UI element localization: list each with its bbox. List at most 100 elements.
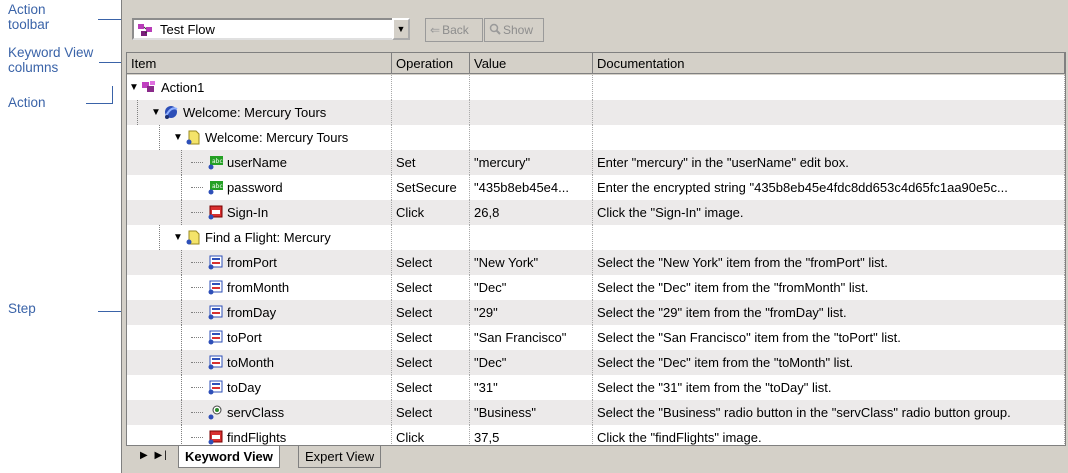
cell-value[interactable]: "Dec" bbox=[470, 350, 593, 375]
column-header-value[interactable]: Value bbox=[470, 53, 593, 74]
expand-toggle-icon[interactable]: ▼ bbox=[173, 225, 183, 250]
tab-keyword-view[interactable]: Keyword View bbox=[178, 446, 280, 468]
show-button-label: Show bbox=[503, 23, 534, 37]
table-row[interactable]: toMonth Select "Dec" Select the "Dec" item … bbox=[127, 350, 1065, 375]
cell-value[interactable]: "31" bbox=[470, 375, 593, 400]
cell-operation[interactable]: Select bbox=[392, 375, 470, 400]
table-row[interactable]: abc password SetSecure "435b8eb45e4... Enter… bbox=[127, 175, 1065, 200]
tree-line bbox=[181, 400, 182, 425]
cell-documentation[interactable]: Select the "31" item from the "toDay" li… bbox=[593, 375, 1065, 400]
cell-documentation[interactable]: Click the "Sign-In" image. bbox=[593, 200, 1065, 225]
table-row[interactable]: abc userName Set "mercury" Enter "mercury" i… bbox=[127, 150, 1065, 175]
cell-item[interactable]: servClass bbox=[127, 400, 392, 425]
table-row[interactable]: ▼ Action1 bbox=[127, 75, 1065, 100]
cell-operation[interactable]: Select bbox=[392, 350, 470, 375]
cell-value[interactable] bbox=[470, 125, 593, 150]
magnifier-icon bbox=[489, 23, 501, 38]
cell-operation[interactable] bbox=[392, 100, 470, 125]
table-row[interactable]: toPort Select "San Francisco" Select the "S… bbox=[127, 325, 1065, 350]
cell-item[interactable]: fromPort bbox=[127, 250, 392, 275]
svg-text:abc: abc bbox=[212, 158, 223, 165]
item-label: Action1 bbox=[161, 80, 205, 95]
table-row[interactable]: fromDay Select "29" Select the "29" item fr… bbox=[127, 300, 1065, 325]
cell-documentation[interactable] bbox=[593, 100, 1065, 125]
cell-item[interactable]: fromDay bbox=[127, 300, 392, 325]
column-header-documentation[interactable]: Documentation bbox=[593, 53, 1065, 74]
cell-value[interactable]: "435b8eb45e4... bbox=[470, 175, 593, 200]
cell-value[interactable]: "29" bbox=[470, 300, 593, 325]
table-row[interactable]: ▼ Welcome: Mercury Tours bbox=[127, 125, 1065, 150]
cell-operation[interactable] bbox=[392, 75, 470, 100]
table-row[interactable]: toDay Select "31" Select the "31" item from… bbox=[127, 375, 1065, 400]
back-button[interactable]: ⇐ Back bbox=[425, 18, 483, 42]
tab-scroll-icon[interactable]: ▶ ▶| bbox=[140, 450, 169, 461]
cell-documentation[interactable] bbox=[593, 225, 1065, 250]
cell-operation[interactable]: Click bbox=[392, 200, 470, 225]
list-icon bbox=[206, 354, 224, 371]
cell-documentation[interactable] bbox=[593, 125, 1065, 150]
table-row[interactable]: ▼ Find a Flight: Mercury bbox=[127, 225, 1065, 250]
table-row[interactable]: Sign-In Click 26,8 Click the "Sign-In" imag… bbox=[127, 200, 1065, 225]
cell-documentation[interactable]: Select the "Dec" item from the "toMonth"… bbox=[593, 350, 1065, 375]
tab-expert-view[interactable]: Expert View bbox=[298, 446, 382, 468]
item-label: Welcome: Mercury Tours bbox=[183, 105, 327, 120]
cell-item[interactable]: ▼ Welcome: Mercury Tours bbox=[127, 125, 392, 150]
cell-item[interactable]: abc password bbox=[127, 175, 392, 200]
table-row[interactable]: fromMonth Select "Dec" Select the "Dec" ite… bbox=[127, 275, 1065, 300]
cell-operation[interactable]: Click bbox=[392, 425, 470, 445]
cell-item[interactable]: ▼ Action1 bbox=[127, 75, 392, 100]
tree-line bbox=[191, 312, 203, 313]
cell-value[interactable]: "New York" bbox=[470, 250, 593, 275]
cell-value[interactable] bbox=[470, 75, 593, 100]
cell-documentation[interactable]: Select the "Business" radio button in th… bbox=[593, 400, 1065, 425]
cell-operation[interactable]: Select bbox=[392, 275, 470, 300]
callout-keyword-columns: Keyword View columns bbox=[8, 45, 94, 75]
cell-operation[interactable]: Select bbox=[392, 400, 470, 425]
combo-dropdown-button[interactable]: ▼ bbox=[392, 18, 410, 40]
cell-value[interactable]: "San Francisco" bbox=[470, 325, 593, 350]
cell-value[interactable]: "Dec" bbox=[470, 275, 593, 300]
table-row[interactable]: ▼ Welcome: Mercury Tours bbox=[127, 100, 1065, 125]
cell-documentation[interactable]: Enter the encrypted string "435b8eb45e4f… bbox=[593, 175, 1065, 200]
expand-toggle-icon[interactable]: ▼ bbox=[129, 75, 139, 100]
cell-item[interactable]: ▼ Welcome: Mercury Tours bbox=[127, 100, 392, 125]
table-row[interactable]: fromPort Select "New York" Select the "New … bbox=[127, 250, 1065, 275]
cell-value[interactable]: "mercury" bbox=[470, 150, 593, 175]
cell-documentation[interactable]: Select the "New York" item from the "fro… bbox=[593, 250, 1065, 275]
action-combo[interactable]: Test Flow bbox=[132, 18, 402, 40]
cell-item[interactable]: toPort bbox=[127, 325, 392, 350]
cell-item[interactable]: ▼ Find a Flight: Mercury bbox=[127, 225, 392, 250]
expand-toggle-icon[interactable]: ▼ bbox=[151, 100, 161, 125]
cell-operation[interactable] bbox=[392, 225, 470, 250]
cell-value[interactable] bbox=[470, 225, 593, 250]
cell-value[interactable] bbox=[470, 100, 593, 125]
show-button[interactable]: Show bbox=[484, 18, 544, 42]
cell-item[interactable]: toMonth bbox=[127, 350, 392, 375]
cell-operation[interactable] bbox=[392, 125, 470, 150]
cell-documentation[interactable]: Enter "mercury" in the "userName" edit b… bbox=[593, 150, 1065, 175]
cell-value[interactable]: 26,8 bbox=[470, 200, 593, 225]
cell-item[interactable]: abc userName bbox=[127, 150, 392, 175]
cell-operation[interactable]: SetSecure bbox=[392, 175, 470, 200]
cell-documentation[interactable]: Select the "San Francisco" item from the… bbox=[593, 325, 1065, 350]
cell-documentation[interactable]: Select the "Dec" item from the "fromMont… bbox=[593, 275, 1065, 300]
cell-value[interactable]: 37,5 bbox=[470, 425, 593, 445]
cell-item[interactable]: Sign-In bbox=[127, 200, 392, 225]
cell-operation[interactable]: Select bbox=[392, 325, 470, 350]
cell-value[interactable]: "Business" bbox=[470, 400, 593, 425]
cell-operation[interactable]: Select bbox=[392, 250, 470, 275]
cell-item[interactable]: toDay bbox=[127, 375, 392, 400]
item-label: Find a Flight: Mercury bbox=[205, 230, 331, 245]
table-row[interactable]: findFlights Click 37,5 Click the "findFligh… bbox=[127, 425, 1065, 445]
cell-item[interactable]: findFlights bbox=[127, 425, 392, 445]
cell-documentation[interactable]: Click the "findFlights" image. bbox=[593, 425, 1065, 445]
column-header-item[interactable]: Item bbox=[127, 53, 392, 74]
cell-documentation[interactable] bbox=[593, 75, 1065, 100]
cell-operation[interactable]: Set bbox=[392, 150, 470, 175]
cell-documentation[interactable]: Select the "29" item from the "fromDay" … bbox=[593, 300, 1065, 325]
column-header-operation[interactable]: Operation bbox=[392, 53, 470, 74]
table-row[interactable]: servClass Select "Business" Select the "Bus… bbox=[127, 400, 1065, 425]
expand-toggle-icon[interactable]: ▼ bbox=[173, 125, 183, 150]
cell-operation[interactable]: Select bbox=[392, 300, 470, 325]
cell-item[interactable]: fromMonth bbox=[127, 275, 392, 300]
